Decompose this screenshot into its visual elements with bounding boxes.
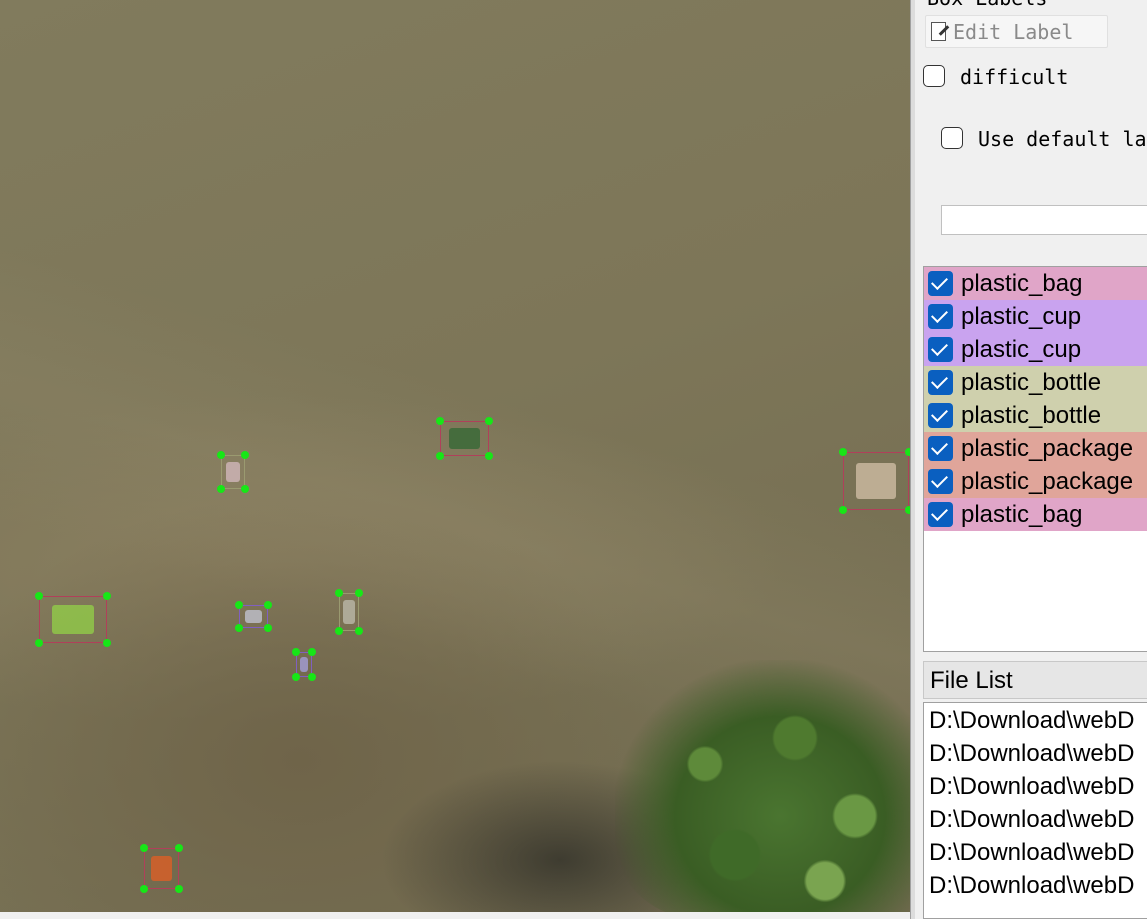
image-canvas[interactable] <box>0 0 910 912</box>
resize-handle[interactable] <box>175 844 183 852</box>
label-list-item[interactable]: plastic_cup <box>924 300 1147 333</box>
resize-handle[interactable] <box>235 601 243 609</box>
label-visibility-checkbox[interactable] <box>928 502 953 527</box>
label-list-item-text: plastic_bottle <box>961 368 1102 396</box>
resize-handle[interactable] <box>35 592 43 600</box>
resize-handle[interactable] <box>355 589 363 597</box>
resize-handle[interactable] <box>485 417 493 425</box>
bbox-plastic-bag-2[interactable] <box>839 448 910 514</box>
box-labels-dock: Box Labels Edit Label difficult Use defa… <box>915 0 1147 919</box>
label-list-item-text: plastic_bag <box>961 500 1083 528</box>
file-list-title: File List <box>930 667 1013 694</box>
resize-handle[interactable] <box>485 452 493 460</box>
resize-handle[interactable] <box>292 648 300 656</box>
label-list-item[interactable]: plastic_bag <box>924 267 1147 300</box>
bbox-plastic-package-2[interactable] <box>140 844 183 893</box>
label-list-item[interactable]: plastic_cup <box>924 333 1147 366</box>
label-visibility-checkbox[interactable] <box>928 436 953 461</box>
file-list-item[interactable]: D:\Download\webD <box>929 740 1134 768</box>
bbox-plastic-cup-1[interactable] <box>235 601 272 632</box>
use-default-label-label: Use default la <box>978 127 1147 151</box>
file-list-header: File List <box>923 661 1147 699</box>
resize-handle[interactable] <box>436 417 444 425</box>
label-list-item-text: plastic_bottle <box>961 401 1102 429</box>
label-list-item-text: plastic_cup <box>961 302 1082 330</box>
resize-handle[interactable] <box>839 506 847 514</box>
label-visibility-checkbox[interactable] <box>928 337 953 362</box>
label-list-item[interactable]: plastic_bottle <box>924 399 1147 432</box>
bbox-plastic-cup-2[interactable] <box>292 648 316 681</box>
label-list-item-text: plastic_package <box>961 467 1134 495</box>
watermark: CSDN @CV小涵 <box>990 893 1118 912</box>
resize-handle[interactable] <box>140 885 148 893</box>
label-list-item[interactable]: plastic_bottle <box>924 366 1147 399</box>
file-list-item[interactable]: D:\Download\webD <box>929 839 1134 867</box>
file-list-item[interactable]: D:\Download\webD <box>929 773 1134 801</box>
label-list-item-text: plastic_cup <box>961 335 1082 363</box>
resize-handle[interactable] <box>292 673 300 681</box>
canvas-scrollbar-area <box>0 912 910 919</box>
resize-handle[interactable] <box>235 624 243 632</box>
resize-handle[interactable] <box>355 627 363 635</box>
label-visibility-checkbox[interactable] <box>928 370 953 395</box>
resize-handle[interactable] <box>217 451 225 459</box>
bbox-plastic-bag-1[interactable] <box>35 592 111 647</box>
use-default-label-checkbox[interactable] <box>941 127 963 149</box>
resize-handle[interactable] <box>335 627 343 635</box>
difficult-checkbox[interactable] <box>923 65 945 87</box>
label-visibility-checkbox[interactable] <box>928 469 953 494</box>
label-list-item[interactable]: plastic_bag <box>924 498 1147 531</box>
file-list-item[interactable]: D:\Download\webD <box>929 806 1134 834</box>
dock-title: Box Labels <box>927 0 1047 10</box>
resize-handle[interactable] <box>241 451 249 459</box>
resize-handle[interactable] <box>335 589 343 597</box>
resize-handle[interactable] <box>35 639 43 647</box>
resize-handle[interactable] <box>436 452 444 460</box>
resize-handle[interactable] <box>175 885 183 893</box>
bbox-plastic-package-1[interactable] <box>436 417 493 460</box>
label-list[interactable]: plastic_bag plastic_cup plastic_cup plastic… <box>923 266 1147 652</box>
resize-handle[interactable] <box>241 485 249 493</box>
resize-handle[interactable] <box>264 624 272 632</box>
vegetation-patch <box>615 660 910 912</box>
label-list-item[interactable]: plastic_package <box>924 465 1147 498</box>
resize-handle[interactable] <box>839 448 847 456</box>
label-list-item-text: plastic_package <box>961 434 1134 462</box>
label-visibility-checkbox[interactable] <box>928 304 953 329</box>
file-list[interactable]: D:\Download\webD D:\Download\webD D:\Downl… <box>923 702 1147 919</box>
bbox-plastic-bottle-2[interactable] <box>335 589 363 635</box>
edit-label-button-label: Edit Label <box>953 19 1074 44</box>
default-label-input[interactable] <box>941 205 1147 235</box>
resize-handle[interactable] <box>103 592 111 600</box>
resize-handle[interactable] <box>308 648 316 656</box>
label-visibility-checkbox[interactable] <box>928 403 953 428</box>
resize-handle[interactable] <box>308 673 316 681</box>
resize-handle[interactable] <box>140 844 148 852</box>
edit-label-button[interactable]: Edit Label <box>925 15 1108 48</box>
bbox-plastic-bottle-1[interactable] <box>217 451 249 493</box>
file-list-item[interactable]: D:\Download\webD <box>929 707 1134 735</box>
resize-handle[interactable] <box>217 485 225 493</box>
label-list-item[interactable]: plastic_package <box>924 432 1147 465</box>
difficult-label: difficult <box>960 65 1069 89</box>
resize-handle[interactable] <box>264 601 272 609</box>
resize-handle[interactable] <box>103 639 111 647</box>
label-list-item-text: plastic_bag <box>961 269 1083 297</box>
edit-icon <box>930 21 950 43</box>
label-visibility-checkbox[interactable] <box>928 271 953 296</box>
